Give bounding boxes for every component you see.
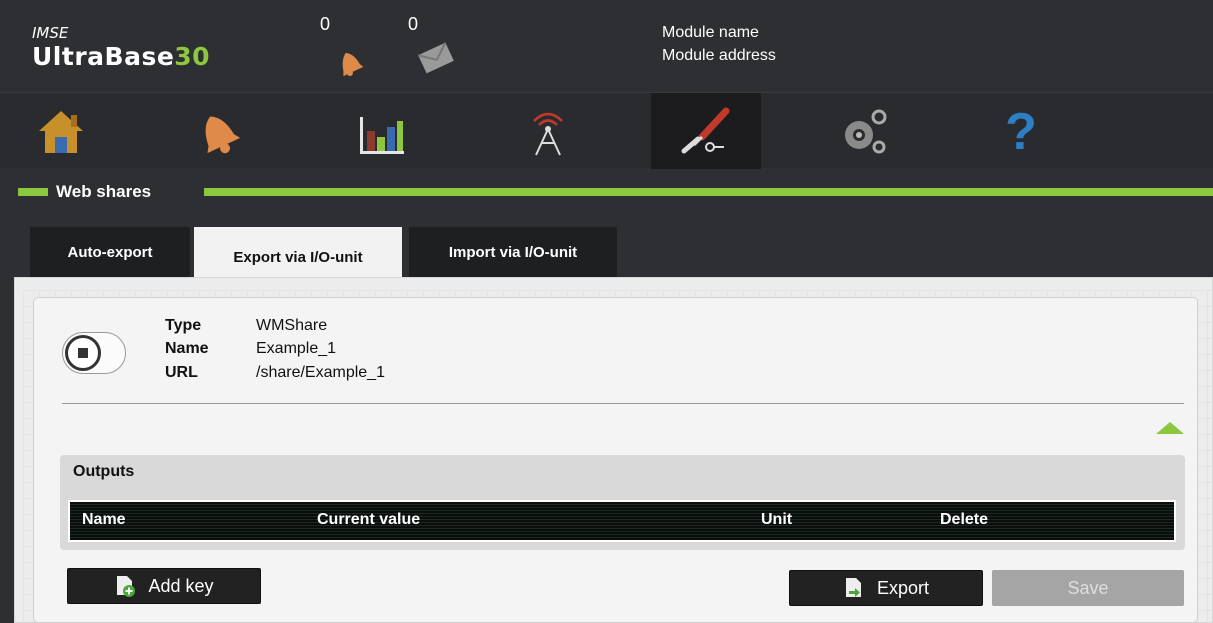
export-document-icon bbox=[845, 578, 861, 597]
divider bbox=[62, 403, 1184, 404]
type-value: WMShare bbox=[256, 317, 328, 334]
brand-accent-text: 30 bbox=[174, 42, 211, 71]
section-title: Web shares bbox=[56, 182, 152, 201]
app-header: IMSE UltraBase30 0 0 Module name Module … bbox=[0, 0, 1213, 92]
share-toggle[interactable] bbox=[62, 332, 126, 374]
chart-icon bbox=[360, 117, 404, 154]
stop-icon bbox=[78, 348, 88, 358]
section-bar-right bbox=[204, 188, 1213, 196]
svg-text:?: ? bbox=[1005, 103, 1037, 159]
tools-icon bbox=[681, 107, 730, 154]
antenna-icon bbox=[533, 112, 563, 156]
name-label: Name bbox=[165, 340, 209, 357]
outputs-table-header bbox=[68, 500, 1176, 542]
brand-logo: UltraBase30 bbox=[32, 42, 210, 71]
brand-top: IMSE bbox=[32, 24, 69, 42]
url-value: /share/Example_1 bbox=[256, 364, 385, 381]
toggle-knob bbox=[65, 335, 101, 371]
section-header: Web shares bbox=[0, 178, 1213, 206]
outputs-title: Outputs bbox=[73, 463, 135, 480]
tab-import-io-unit[interactable]: Import via I/O-unit bbox=[409, 227, 617, 277]
module-address: Module address bbox=[662, 47, 776, 64]
home-icon bbox=[39, 111, 83, 153]
save-button[interactable]: Save bbox=[992, 570, 1184, 606]
module-name: Module name bbox=[662, 24, 759, 41]
export-label: Export bbox=[876, 577, 930, 598]
export-button[interactable]: Export bbox=[789, 570, 983, 606]
nav-home[interactable] bbox=[6, 93, 116, 169]
tab-auto-export[interactable]: Auto-export bbox=[30, 227, 190, 277]
alarm-count: 0 bbox=[320, 14, 331, 34]
section-bar-left bbox=[18, 188, 48, 196]
envelope-icon[interactable] bbox=[416, 40, 456, 81]
add-key-button[interactable]: Add key bbox=[67, 568, 261, 604]
nav-tools[interactable] bbox=[651, 93, 761, 169]
add-document-icon bbox=[117, 576, 136, 597]
column-header-current-value[interactable]: Current value bbox=[317, 511, 420, 529]
type-label: Type bbox=[165, 317, 202, 334]
gears-icon bbox=[845, 109, 887, 154]
message-count: 0 bbox=[408, 14, 419, 34]
nav-communication[interactable] bbox=[493, 93, 603, 169]
column-header-delete[interactable]: Delete bbox=[940, 511, 988, 529]
url-label: URL bbox=[165, 364, 198, 381]
nav-help[interactable]: ? bbox=[966, 93, 1076, 169]
column-header-unit[interactable]: Unit bbox=[761, 511, 792, 529]
nav-statistics[interactable] bbox=[327, 93, 437, 169]
help-icon: ? bbox=[1005, 103, 1037, 159]
bell-icon bbox=[205, 116, 241, 154]
nav-settings[interactable] bbox=[810, 93, 920, 169]
collapse-triangle-icon[interactable] bbox=[1155, 421, 1185, 440]
brand-main-text: UltraBase bbox=[32, 42, 175, 71]
nav-alarms[interactable] bbox=[162, 93, 272, 169]
name-value: Example_1 bbox=[256, 340, 337, 357]
add-key-label: Add key bbox=[148, 575, 214, 596]
column-header-name[interactable]: Name bbox=[82, 511, 126, 529]
main-nav: ? bbox=[0, 92, 1213, 169]
alarm-bell-icon[interactable] bbox=[330, 42, 370, 83]
